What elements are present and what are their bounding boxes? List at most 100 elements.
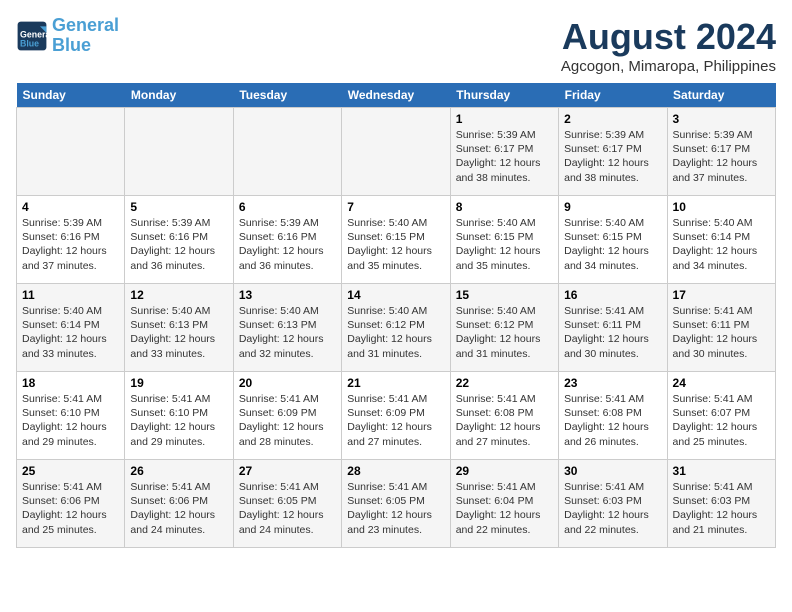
location-subtitle: Agcogon, Mimaropa, Philippines bbox=[561, 58, 776, 75]
logo: General Blue GeneralBlue bbox=[16, 16, 119, 56]
day-info: Sunrise: 5:41 AM Sunset: 6:03 PM Dayligh… bbox=[564, 480, 661, 537]
calendar-cell bbox=[233, 108, 341, 196]
calendar-cell: 26 Sunrise: 5:41 AM Sunset: 6:06 PM Dayli… bbox=[125, 460, 233, 548]
day-number: 31 bbox=[673, 464, 770, 478]
day-info: Sunrise: 5:41 AM Sunset: 6:07 PM Dayligh… bbox=[673, 392, 770, 449]
day-number: 3 bbox=[673, 112, 770, 126]
calendar-cell: 8 Sunrise: 5:40 AM Sunset: 6:15 PM Daylig… bbox=[450, 196, 558, 284]
day-number: 4 bbox=[22, 200, 119, 214]
calendar-cell: 19Sunrise: 5:41 AM Sunset: 6:10 PM Dayli… bbox=[125, 372, 233, 460]
day-number: 13 bbox=[239, 288, 336, 302]
day-info: Sunrise: 5:39 AM Sunset: 6:16 PM Dayligh… bbox=[130, 216, 227, 273]
weekday-header-sunday: Sunday bbox=[17, 83, 125, 108]
day-info: Sunrise: 5:41 AM Sunset: 6:08 PM Dayligh… bbox=[456, 392, 553, 449]
day-info: Sunrise: 5:39 AM Sunset: 6:16 PM Dayligh… bbox=[239, 216, 336, 273]
day-number: 21 bbox=[347, 376, 444, 390]
day-info: Sunrise: 5:39 AM Sunset: 6:16 PM Dayligh… bbox=[22, 216, 119, 273]
day-info: Sunrise: 5:39 AM Sunset: 6:17 PM Dayligh… bbox=[564, 128, 661, 185]
day-info: Sunrise: 5:41 AM Sunset: 6:10 PM Dayligh… bbox=[22, 392, 119, 449]
day-info: Sunrise: 5:41 AM Sunset: 6:11 PM Dayligh… bbox=[673, 304, 770, 361]
day-number: 22 bbox=[456, 376, 553, 390]
day-number: 17 bbox=[673, 288, 770, 302]
day-info: Sunrise: 5:41 AM Sunset: 6:06 PM Dayligh… bbox=[130, 480, 227, 537]
day-info: Sunrise: 5:40 AM Sunset: 6:14 PM Dayligh… bbox=[22, 304, 119, 361]
day-info: Sunrise: 5:40 AM Sunset: 6:15 PM Dayligh… bbox=[456, 216, 553, 273]
day-number: 29 bbox=[456, 464, 553, 478]
calendar-header-row: SundayMondayTuesdayWednesdayThursdayFrid… bbox=[17, 83, 776, 108]
day-number: 5 bbox=[130, 200, 227, 214]
day-number: 25 bbox=[22, 464, 119, 478]
calendar-cell: 1Sunrise: 5:39 AM Sunset: 6:17 PM Daylig… bbox=[450, 108, 558, 196]
calendar-cell: 24 Sunrise: 5:41 AM Sunset: 6:07 PM Dayli… bbox=[667, 372, 775, 460]
calendar-cell: 15 Sunrise: 5:40 AM Sunset: 6:12 PM Dayli… bbox=[450, 284, 558, 372]
calendar-cell: 25 Sunrise: 5:41 AM Sunset: 6:06 PM Dayli… bbox=[17, 460, 125, 548]
calendar-cell: 29Sunrise: 5:41 AM Sunset: 6:04 PM Dayli… bbox=[450, 460, 558, 548]
calendar-cell: 23 Sunrise: 5:41 AM Sunset: 6:08 PM Dayli… bbox=[559, 372, 667, 460]
day-info: Sunrise: 5:41 AM Sunset: 6:03 PM Dayligh… bbox=[673, 480, 770, 537]
calendar-cell: 13 Sunrise: 5:40 AM Sunset: 6:13 PM Dayli… bbox=[233, 284, 341, 372]
svg-text:Blue: Blue bbox=[20, 38, 39, 48]
day-number: 18 bbox=[22, 376, 119, 390]
day-number: 16 bbox=[564, 288, 661, 302]
day-number: 10 bbox=[673, 200, 770, 214]
calendar-cell: 10Sunrise: 5:40 AM Sunset: 6:14 PM Dayli… bbox=[667, 196, 775, 284]
calendar-cell: 28 Sunrise: 5:41 AM Sunset: 6:05 PM Dayli… bbox=[342, 460, 450, 548]
calendar-week-row: 4 Sunrise: 5:39 AM Sunset: 6:16 PM Daylig… bbox=[17, 196, 776, 284]
calendar-cell bbox=[342, 108, 450, 196]
day-number: 15 bbox=[456, 288, 553, 302]
calendar-cell: 20Sunrise: 5:41 AM Sunset: 6:09 PM Dayli… bbox=[233, 372, 341, 460]
day-number: 12 bbox=[130, 288, 227, 302]
day-number: 6 bbox=[239, 200, 336, 214]
day-info: Sunrise: 5:41 AM Sunset: 6:08 PM Dayligh… bbox=[564, 392, 661, 449]
calendar-week-row: 1Sunrise: 5:39 AM Sunset: 6:17 PM Daylig… bbox=[17, 108, 776, 196]
day-info: Sunrise: 5:40 AM Sunset: 6:12 PM Dayligh… bbox=[456, 304, 553, 361]
day-number: 26 bbox=[130, 464, 227, 478]
weekday-header-thursday: Thursday bbox=[450, 83, 558, 108]
day-info: Sunrise: 5:40 AM Sunset: 6:13 PM Dayligh… bbox=[239, 304, 336, 361]
day-info: Sunrise: 5:40 AM Sunset: 6:13 PM Dayligh… bbox=[130, 304, 227, 361]
calendar-cell: 12 Sunrise: 5:40 AM Sunset: 6:13 PM Dayli… bbox=[125, 284, 233, 372]
day-info: Sunrise: 5:40 AM Sunset: 6:15 PM Dayligh… bbox=[347, 216, 444, 273]
calendar-cell: 4 Sunrise: 5:39 AM Sunset: 6:16 PM Daylig… bbox=[17, 196, 125, 284]
calendar-week-row: 25 Sunrise: 5:41 AM Sunset: 6:06 PM Dayli… bbox=[17, 460, 776, 548]
calendar-cell: 14Sunrise: 5:40 AM Sunset: 6:12 PM Dayli… bbox=[342, 284, 450, 372]
day-info: Sunrise: 5:41 AM Sunset: 6:05 PM Dayligh… bbox=[239, 480, 336, 537]
calendar-cell: 11Sunrise: 5:40 AM Sunset: 6:14 PM Dayli… bbox=[17, 284, 125, 372]
day-info: Sunrise: 5:40 AM Sunset: 6:15 PM Dayligh… bbox=[564, 216, 661, 273]
day-info: Sunrise: 5:41 AM Sunset: 6:10 PM Dayligh… bbox=[130, 392, 227, 449]
calendar-cell: 9Sunrise: 5:40 AM Sunset: 6:15 PM Daylig… bbox=[559, 196, 667, 284]
day-number: 24 bbox=[673, 376, 770, 390]
calendar-cell: 30Sunrise: 5:41 AM Sunset: 6:03 PM Dayli… bbox=[559, 460, 667, 548]
calendar-cell bbox=[17, 108, 125, 196]
weekday-header-monday: Monday bbox=[125, 83, 233, 108]
weekday-header-wednesday: Wednesday bbox=[342, 83, 450, 108]
calendar-cell: 5 Sunrise: 5:39 AM Sunset: 6:16 PM Daylig… bbox=[125, 196, 233, 284]
day-info: Sunrise: 5:41 AM Sunset: 6:05 PM Dayligh… bbox=[347, 480, 444, 537]
weekday-header-tuesday: Tuesday bbox=[233, 83, 341, 108]
day-number: 20 bbox=[239, 376, 336, 390]
title-block: August 2024 Agcogon, Mimaropa, Philippin… bbox=[561, 16, 776, 75]
day-info: Sunrise: 5:41 AM Sunset: 6:09 PM Dayligh… bbox=[347, 392, 444, 449]
day-info: Sunrise: 5:40 AM Sunset: 6:12 PM Dayligh… bbox=[347, 304, 444, 361]
logo-icon: General Blue bbox=[16, 20, 48, 52]
page-header: General Blue GeneralBlue August 2024 Agc… bbox=[16, 16, 776, 75]
day-info: Sunrise: 5:41 AM Sunset: 6:11 PM Dayligh… bbox=[564, 304, 661, 361]
calendar-cell: 3 Sunrise: 5:39 AM Sunset: 6:17 PM Daylig… bbox=[667, 108, 775, 196]
logo-text: GeneralBlue bbox=[52, 16, 119, 56]
calendar-cell bbox=[125, 108, 233, 196]
month-year-title: August 2024 bbox=[561, 16, 776, 58]
calendar-cell: 27Sunrise: 5:41 AM Sunset: 6:05 PM Dayli… bbox=[233, 460, 341, 548]
calendar-cell: 21 Sunrise: 5:41 AM Sunset: 6:09 PM Dayli… bbox=[342, 372, 450, 460]
calendar-week-row: 18 Sunrise: 5:41 AM Sunset: 6:10 PM Dayli… bbox=[17, 372, 776, 460]
calendar-cell: 7Sunrise: 5:40 AM Sunset: 6:15 PM Daylig… bbox=[342, 196, 450, 284]
day-number: 28 bbox=[347, 464, 444, 478]
day-number: 23 bbox=[564, 376, 661, 390]
day-info: Sunrise: 5:39 AM Sunset: 6:17 PM Dayligh… bbox=[456, 128, 553, 185]
calendar-table: SundayMondayTuesdayWednesdayThursdayFrid… bbox=[16, 83, 776, 548]
day-info: Sunrise: 5:41 AM Sunset: 6:06 PM Dayligh… bbox=[22, 480, 119, 537]
calendar-cell: 31 Sunrise: 5:41 AM Sunset: 6:03 PM Dayli… bbox=[667, 460, 775, 548]
day-info: Sunrise: 5:39 AM Sunset: 6:17 PM Dayligh… bbox=[673, 128, 770, 185]
calendar-cell: 18 Sunrise: 5:41 AM Sunset: 6:10 PM Dayli… bbox=[17, 372, 125, 460]
day-number: 2 bbox=[564, 112, 661, 126]
day-number: 8 bbox=[456, 200, 553, 214]
